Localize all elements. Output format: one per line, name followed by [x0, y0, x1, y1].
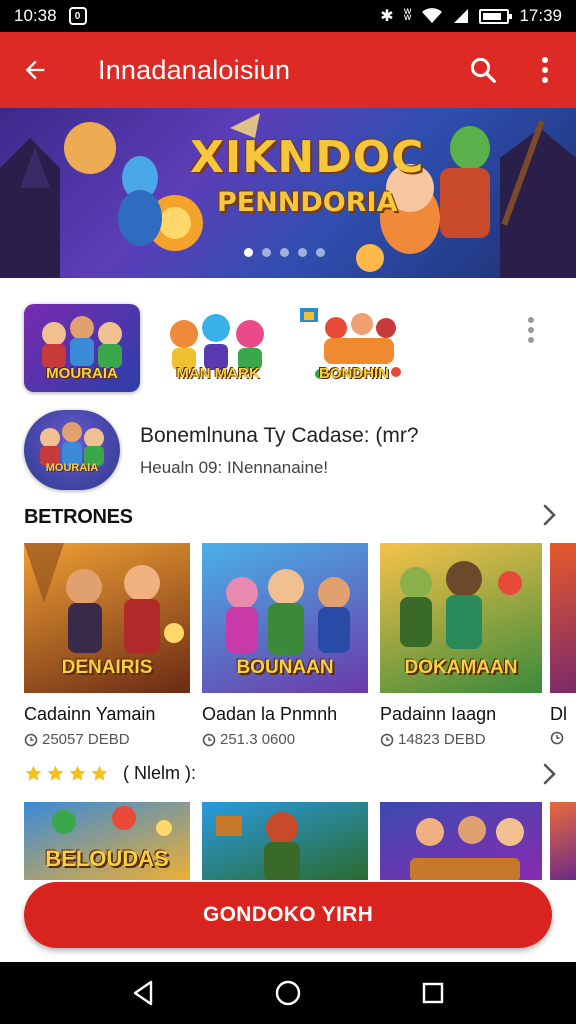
carousel-dot[interactable]	[298, 248, 307, 257]
featured-app-name[interactable]: Bonemlnuna Ty Cadase: (mr?	[140, 424, 419, 448]
game-card-meta	[550, 731, 576, 745]
nav-recents-icon	[423, 982, 444, 1004]
carousel-dot[interactable]	[244, 248, 253, 257]
chevron-right-icon	[543, 763, 556, 785]
status-bar: 10:38 0 ✱ ʬ 17:39	[0, 0, 576, 32]
featured-app-icon[interactable]: MOURAIA	[24, 410, 120, 490]
signal-icon	[454, 9, 469, 23]
game-card-meta-text: 251.3 0600	[220, 731, 296, 748]
carousel-dot[interactable]	[262, 248, 271, 257]
star-icon	[47, 765, 64, 781]
system-nav-bar	[0, 962, 576, 1024]
arrow-back-icon	[25, 60, 45, 80]
nav-home-icon	[275, 980, 301, 1006]
carousel-dots	[244, 248, 325, 257]
game-card[interactable]	[550, 802, 576, 882]
more-options-button[interactable]	[514, 32, 576, 108]
banner-title-line1: XIKNDOC	[190, 132, 425, 183]
app-bar: Innadanaloisiun	[0, 32, 576, 108]
game-card[interactable]: BOUNAAN Oadan la Pnmnh 251.3 0600	[202, 543, 368, 748]
thumbnail-label: BONDHIN	[319, 365, 389, 382]
featured-app-subtitle: Heualn 09: INennanaine!	[140, 458, 329, 477]
carousel-dot[interactable]	[316, 248, 325, 257]
clock-icon	[380, 733, 394, 746]
rating-more-button[interactable]	[534, 759, 564, 789]
nav-back-icon	[133, 980, 152, 1006]
thumbnail-label: MOURAIA	[46, 365, 118, 382]
game-card-name: Padainn Iaagn	[380, 704, 497, 724]
game-card-meta: 14823 DEBD	[380, 731, 542, 748]
section-title: BETRONES	[24, 506, 133, 528]
nav-recents-button[interactable]	[413, 973, 453, 1013]
star-icon	[25, 765, 42, 781]
game-card-name: Oadan la Pnmnh	[202, 704, 338, 724]
thumbnail-label: MAN MARK	[176, 365, 260, 382]
game-card-image: DOKAMAAN	[380, 543, 542, 693]
game-card-meta-text: 14823 DEBD	[398, 731, 486, 748]
clock-icon	[550, 731, 564, 745]
star-icon	[69, 765, 86, 781]
game-card-meta-text: 25057 DEBD	[42, 731, 130, 748]
app-title: Innadanaloisiun	[98, 54, 291, 85]
primary-action-button[interactable]: GONDOKO YIRH	[24, 882, 552, 948]
more-vert-icon	[528, 317, 534, 343]
search-button[interactable]	[452, 32, 514, 108]
game-card[interactable]	[380, 802, 542, 882]
game-card-image-label: DENAIRIS	[61, 657, 153, 678]
game-card[interactable]: DOKAMAAN Padainn Iaagn 14823 DEBD	[380, 543, 542, 748]
carousel-dot[interactable]	[280, 248, 289, 257]
game-card-image-label: DOKAMAAN	[404, 657, 518, 678]
thumbnail-game-3[interactable]: BONDHIN	[296, 304, 412, 392]
game-card-image: BOUNAAN	[202, 543, 368, 693]
status-time-left: 10:38	[14, 6, 57, 25]
thumbnail-game-2[interactable]: MAN MARK	[160, 304, 276, 392]
thumbnails-more-button[interactable]	[516, 310, 546, 350]
rating-stars	[24, 764, 109, 783]
clock-icon	[202, 733, 216, 746]
game-card-name: Cadainn Yamain	[24, 704, 156, 724]
vibrate-icon: ʬ	[403, 7, 412, 24]
game-card-image-label: BELOUDAS	[45, 846, 169, 871]
game-card-meta: 25057 DEBD	[24, 731, 190, 748]
bluetooth-icon: ✱	[380, 8, 394, 25]
battery-icon	[479, 8, 513, 24]
game-card[interactable]: DENAIRIS Cadainn Yamain 25057 DEBD	[24, 543, 190, 748]
chevron-right-icon	[543, 504, 556, 526]
game-card-image	[550, 543, 576, 693]
notification-icon: 0	[68, 7, 87, 25]
clock-icon	[24, 733, 38, 746]
star-icon	[91, 765, 108, 781]
thumbnail-game-1[interactable]: MOURAIA	[24, 304, 140, 392]
game-card[interactable]: BELOUDAS	[24, 802, 190, 882]
game-card-image: DENAIRIS	[24, 543, 190, 693]
game-card[interactable]	[202, 802, 368, 882]
game-card[interactable]: Dl	[550, 543, 576, 745]
banner-title: XIKNDOC PENNDORIA	[190, 132, 424, 218]
game-card-meta: 251.3 0600	[202, 731, 368, 748]
game-card-image-label: BOUNAAN	[236, 657, 334, 678]
back-button[interactable]	[0, 32, 70, 108]
featured-app-icon-label: MOURAIA	[45, 462, 99, 474]
search-icon	[470, 57, 496, 83]
nav-home-button[interactable]	[268, 973, 308, 1013]
nav-back-button[interactable]	[123, 973, 163, 1013]
rating-text: ( Nlelm ):	[123, 763, 196, 783]
rating-row: ( Nlelm ):	[24, 763, 196, 784]
status-time-right: 17:39	[519, 6, 562, 25]
more-vert-icon	[542, 57, 548, 83]
featured-app-art	[40, 422, 104, 466]
banner-title-line2: PENNDORIA	[216, 187, 398, 218]
game-card-name: Dl	[550, 704, 567, 724]
section-more-button[interactable]	[534, 500, 564, 530]
wifi-icon	[422, 8, 443, 23]
